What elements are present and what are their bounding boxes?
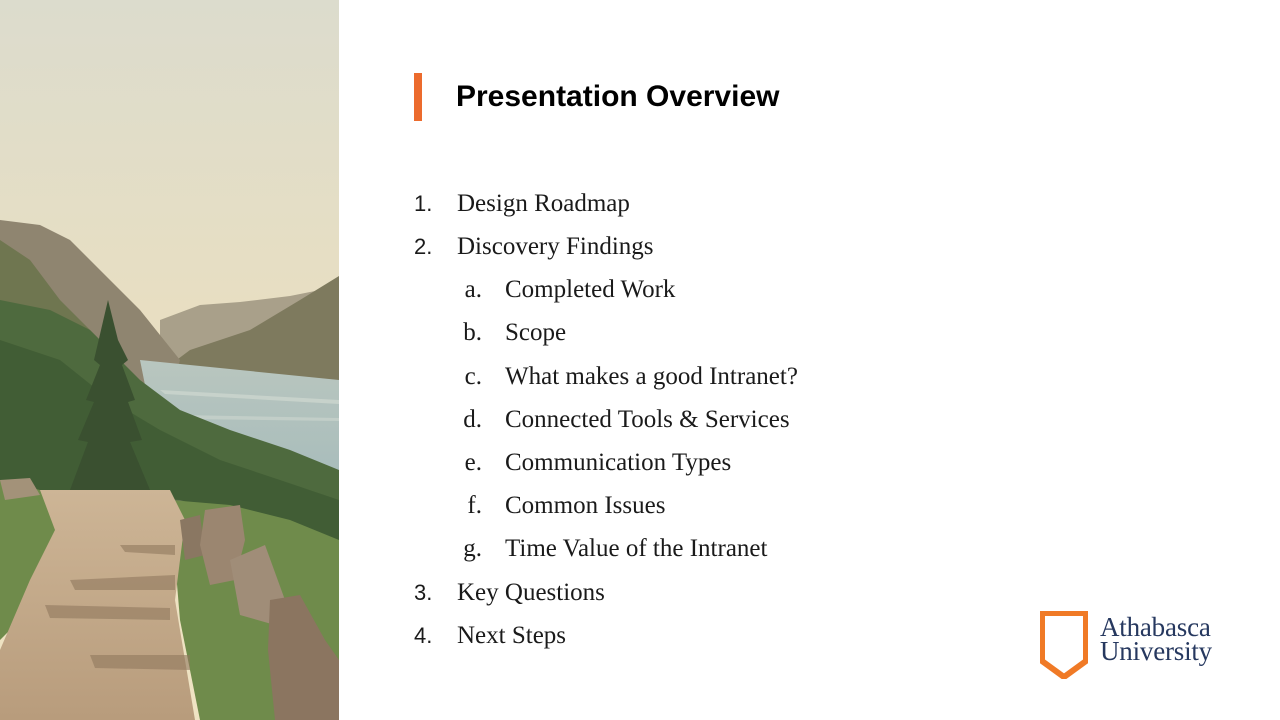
item-label: Scope: [505, 319, 567, 346]
item-marker: 4.: [414, 623, 433, 648]
slide: Presentation Overview 1. Design Roadmap …: [0, 0, 1280, 720]
athabasca-university-logo: Athabasca University: [1040, 611, 1235, 681]
item-marker: d.: [463, 406, 482, 433]
item-marker: c.: [464, 363, 482, 390]
landscape-photo: [0, 0, 339, 720]
slide-title: Presentation Overview: [456, 80, 780, 113]
shield-icon: [1040, 611, 1088, 679]
item-marker: a.: [464, 276, 482, 303]
logo-wordmark: Athabasca University: [1100, 614, 1212, 666]
title-accent-bar: [414, 73, 422, 121]
item-marker: f.: [467, 492, 482, 519]
item-marker: b.: [463, 319, 482, 346]
item-label: Common Issues: [505, 492, 666, 519]
item-label: Design Roadmap: [457, 190, 630, 217]
item-label: Completed Work: [505, 276, 676, 303]
item-marker: 3.: [414, 580, 433, 605]
item-marker: 1.: [414, 191, 433, 216]
item-marker: 2.: [414, 234, 433, 259]
logo-line-2: University: [1100, 636, 1212, 666]
item-marker: g.: [463, 535, 482, 562]
item-marker: e.: [464, 449, 482, 476]
item-label: Discovery Findings: [457, 233, 654, 260]
item-label: Key Questions: [457, 579, 605, 606]
item-label: Connected Tools & Services: [505, 406, 790, 433]
item-label: Next Steps: [457, 622, 567, 649]
item-label: What makes a good Intranet?: [505, 363, 798, 390]
item-label: Time Value of the Intranet: [505, 535, 768, 562]
item-label: Communication Types: [505, 449, 732, 476]
